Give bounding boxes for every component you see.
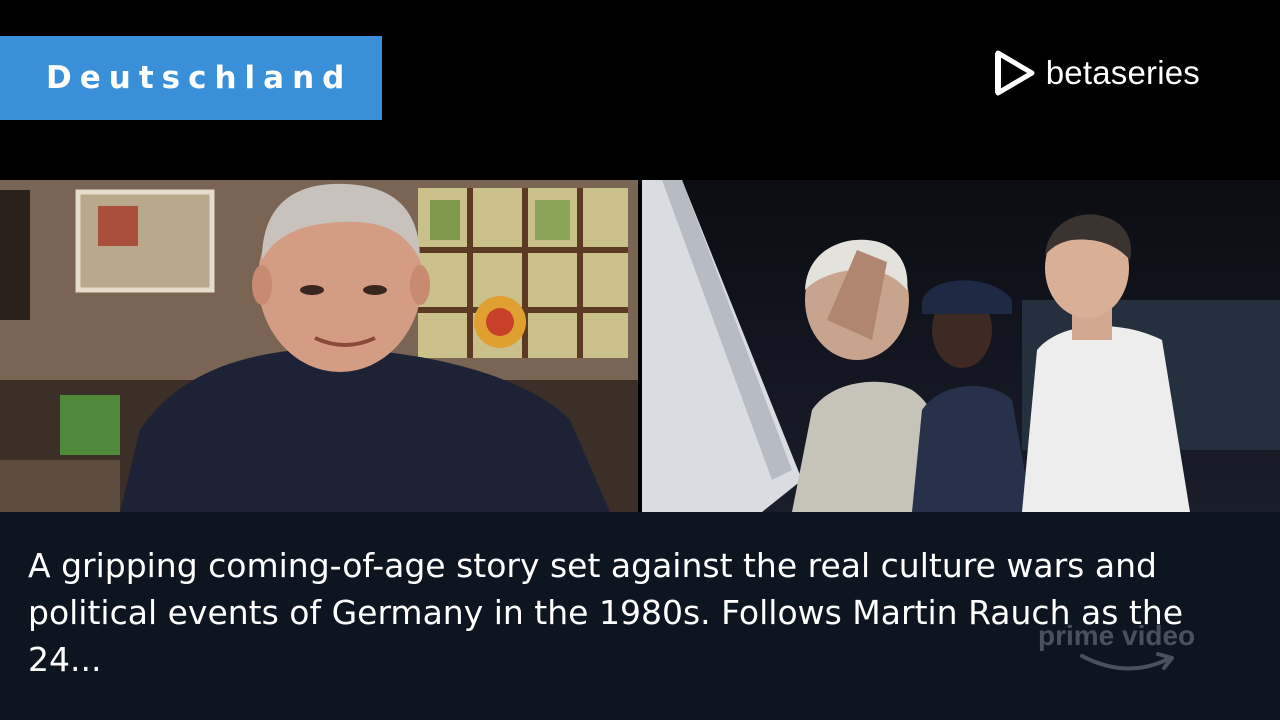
archive-footage-frame [642,180,1280,512]
interview-frame [0,180,638,512]
country-label: Deutschland [46,60,353,96]
prime-video-watermark: prime video [1038,620,1218,678]
archive-scene-image [642,180,1280,512]
smile-arrow-icon [1080,652,1174,671]
watermark-text: prime video [1038,620,1196,651]
play-triangle-icon [994,50,1035,96]
interview-scene-image [0,180,638,512]
brand-name: betaseries [1045,54,1200,91]
video-stage: Deutschland betaseries A gripping coming… [0,0,1280,720]
country-badge: Deutschland [0,36,382,120]
brand-logo: betaseries [994,50,1200,96]
synopsis-caption: A gripping coming-of-age story set again… [0,512,1280,720]
